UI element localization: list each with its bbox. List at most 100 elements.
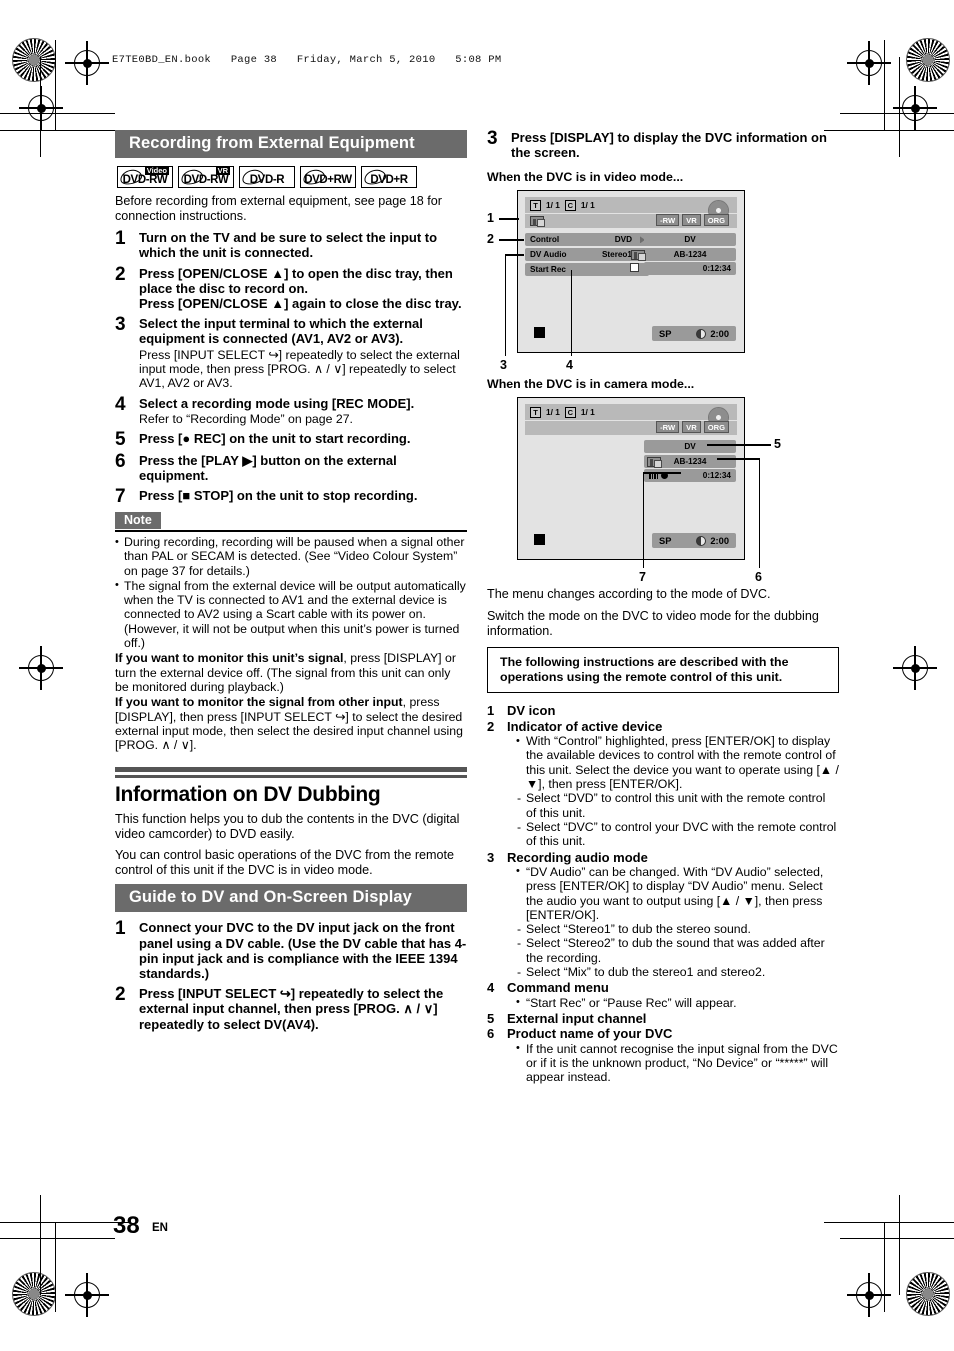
rec-mode-label: SP [659,535,672,546]
dv-panel-heading: DV [644,440,736,454]
step-heading: Press [DISPLAY] to display the DVC infor… [511,130,827,161]
dv-product-text: AB-1234 [673,249,707,259]
left-column: Recording from External Equipment Video … [115,130,467,1037]
disc-remain-icon [696,535,707,546]
step-1: 1 Turn on the TV and be sure to select t… [115,228,467,260]
legend-number: 4 [487,980,495,996]
note-extra-monitor-other-input: If you want to monitor the signal from o… [115,695,467,752]
legend-sub-item: Select “DVD” to control this unit with t… [516,791,839,820]
step-heading-second: Press [OPEN/CLOSE ▲] again to close the … [139,296,462,311]
note-item: During recording, recording will be paus… [115,535,467,578]
menu-label: Control [530,235,560,245]
disc-logo-dvd-r: DVD-R [239,166,295,188]
osd-dv-panel: DV AB-1234 0:12:34 [644,440,736,484]
note-extra-bold: If you want to monitor the signal from o… [115,695,403,710]
step-number: 5 [115,429,126,450]
step-subtext: Refer to “Recording Mode” on page 27. [139,411,353,426]
disc-logo-row: Video DVD-RW VR DVD-RW DVD-R DVD+RW DVD+… [117,166,467,188]
step-6: 6 Press the [PLAY ▶] button on the exter… [115,452,467,484]
legend-item-4: 4 Command menu “Start Rec” or “Pause Rec… [487,980,839,1011]
legend-number: 1 [487,703,495,719]
registration-mark-top-left [65,41,109,85]
crop-mark [55,40,57,130]
legend-list: 1 DV icon 2 Indicator of active device W… [487,703,839,1085]
stop-indicator-icon [534,534,545,546]
step-heading: Press [OPEN/CLOSE ▲] to open the disc tr… [139,265,453,296]
disc-tag-row: -RW VR ORG [656,421,729,434]
remain-time: 2:00 [710,535,729,546]
step-2: 2 Press [OPEN/CLOSE ▲] to open the disc … [115,265,467,312]
dv-panel-heading: DV [644,233,736,247]
after-diagram-text-2: Switch the mode on the DVC to video mode… [487,609,819,638]
crop-mark [899,57,901,157]
legend-item-1: 1 DV icon [487,703,839,718]
legend-number: 2 [487,718,495,734]
note-divider [115,530,467,532]
dv-heading-text: DV [684,235,696,245]
legend-sub-list: If the unit cannot recognise the input s… [507,1041,839,1085]
legend-item-2: 2 Indicator of active device With “Contr… [487,719,839,850]
dv-product-text: AB-1234 [673,456,707,466]
legend-sub-item: “DV Audio” can be changed. With “DV Audi… [516,864,839,922]
legend-title: Product name of your DVC [507,1026,673,1042]
callout-line-4-v [571,270,573,357]
crop-mark [0,113,115,115]
dv-heading-text: DV [684,442,696,452]
step-heading: Select a recording mode using [REC MODE]… [139,395,415,411]
callout-number-3: 3 [500,358,507,373]
step-heading: Press the [PLAY ▶] button on the externa… [139,453,397,484]
crop-mark [840,113,954,115]
legend-item-3: 3 Recording audio mode “DV Audio” can be… [487,850,839,981]
legend-title: DV icon [507,703,556,719]
crop-mark [55,1222,57,1312]
osd-video-mode-screen: T 1/ 1 C 1/ 1 -RW VR ORG Control DVD DV … [517,190,745,354]
callout-line-6-h [717,458,760,460]
osd-status-bar-second: -RW VR ORG [525,214,737,229]
halftone-circle-top-left [12,38,56,82]
step-heading: Select the input terminal to which the e… [139,316,423,347]
legend-item-5: 5 External input channel [487,1011,839,1026]
callout-number-2: 2 [487,232,494,247]
dv-panel-time: 0:12:34 [630,262,736,276]
legend-title: External input channel [507,1011,647,1027]
major-heading-dv-dubbing: Information on DV Dubbing [115,782,381,806]
legend-number: 6 [487,1026,495,1042]
crop-mark [40,1195,42,1295]
dv-panel-product: AB-1234 [644,454,736,468]
step-3-display: 3 Press [DISPLAY] to display the DVC inf… [487,129,839,161]
after-diagram-text-1: The menu changes according to the mode o… [487,587,771,602]
crop-mark [0,130,130,132]
step-5: 5 Press [● REC] on the unit to start rec… [115,429,467,450]
stop-indicator-icon [534,327,545,339]
callout-number-1: 1 [487,211,494,226]
disc-remain-icon [696,328,707,339]
crop-mark [840,1238,954,1240]
note-extra-bold: If you want to monitor this unit’s signa… [115,651,344,666]
callout-number-4: 4 [566,358,573,373]
disc-tag-org: ORG [703,214,729,227]
disc-logo-sup: VR [215,166,230,175]
major-rule-bottom [115,775,467,778]
step-7: 7 Press [■ STOP] on the unit to stop rec… [115,487,467,506]
osd-rec-mode-bar: SP 2:00 [652,533,736,549]
remain-time: 2:00 [710,328,729,339]
menu-label: DV Audio [530,250,567,260]
disc-tag-vr: VR [682,421,701,434]
step-number: 1 [115,228,126,250]
page-language-code: EN [152,1222,168,1234]
osd-menu-row-control[interactable]: Control DVD [525,233,649,247]
note-item: The signal from the external device will… [115,578,467,650]
step-heading: Press [INPUT SELECT ↪] repeatedly to sel… [139,986,444,1032]
dv-panel-time: 0:12:34 [644,469,736,483]
registration-mark-right-upper [893,86,937,130]
registration-mark-top-right [847,41,891,85]
legend-sub-item: Select “Stereo1” to dub the stereo sound… [516,922,839,937]
legend-sub-item: If the unit cannot recognise the input s… [516,1041,839,1085]
caption-camera-mode: When the DVC is in camera mode... [487,377,695,392]
guide-step-1: 1 Connect your DVC to the DV input jack … [115,919,467,981]
halftone-circle-bottom-left [12,1272,56,1316]
halftone-circle-bottom-right [906,1272,950,1316]
menu-value: Stereo1 [601,250,632,260]
chapter-counter: 1/ 1 [580,200,595,211]
disc-logo-sup: Video [144,166,169,175]
